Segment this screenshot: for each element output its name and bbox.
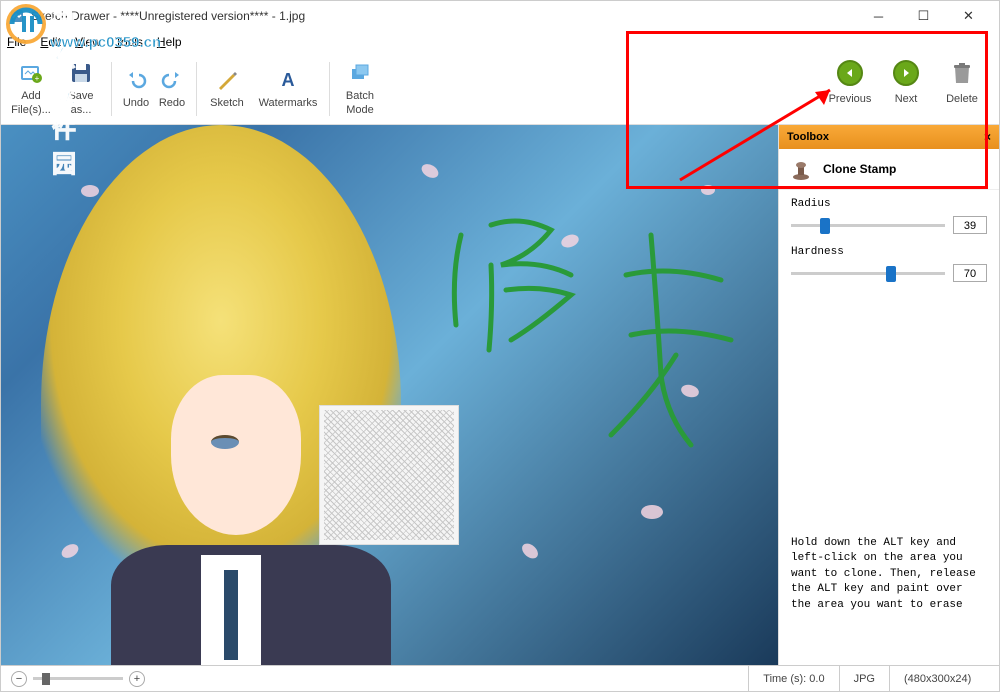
menu-view[interactable]: View	[75, 35, 101, 49]
canvas-area[interactable]	[1, 125, 779, 665]
zoom-out-button[interactable]: −	[11, 671, 27, 687]
radius-control: Radius 39	[779, 190, 999, 238]
zoom-slider[interactable]	[33, 677, 123, 680]
toolbox-tool-label: Clone Stamp	[823, 162, 896, 176]
menubar: File Edit View Tools Help	[1, 31, 999, 53]
main-toolbar: + Add File(s)... Save as... Undo Redo Sk…	[1, 53, 999, 125]
toolbox-help-text: Hold down the ALT key and left-click on …	[779, 524, 999, 625]
status-time: Time (s): 0.0	[748, 666, 838, 691]
undo-icon	[123, 67, 149, 93]
toolbox-close-button[interactable]: ×	[984, 130, 991, 144]
redo-button[interactable]: Redo	[154, 56, 190, 122]
hardness-label: Hardness	[791, 246, 987, 258]
status-dimensions: (480x300x24)	[889, 666, 999, 691]
statusbar: − + Time (s): 0.0 JPG (480x300x24)	[1, 665, 999, 691]
next-button[interactable]: Next	[879, 57, 933, 117]
close-button[interactable]: ✕	[946, 1, 991, 31]
menu-edit[interactable]: Edit	[40, 35, 61, 49]
hardness-slider[interactable]	[791, 272, 945, 275]
previous-button[interactable]: Previous	[823, 57, 877, 117]
save-icon	[68, 60, 94, 86]
undo-button[interactable]: Undo	[118, 56, 154, 122]
redo-icon	[159, 67, 185, 93]
app-icon	[9, 8, 25, 24]
save-as-button[interactable]: Save as...	[57, 56, 105, 122]
add-files-icon: +	[18, 60, 44, 86]
radius-label: Radius	[791, 198, 987, 210]
toolbox-title: Toolbox	[787, 131, 829, 143]
add-files-button[interactable]: + Add File(s)...	[7, 56, 55, 122]
toolbox-header: Toolbox ×	[779, 125, 999, 149]
batch-mode-icon	[347, 60, 373, 86]
hardness-control: Hardness 70	[779, 238, 999, 286]
svg-text:A: A	[282, 70, 295, 90]
clone-stamp-icon	[789, 157, 813, 181]
delete-button[interactable]: Delete	[935, 57, 989, 117]
window-title: Sketch Drawer - ****Unregistered version…	[31, 9, 856, 23]
svg-text:+: +	[35, 74, 40, 83]
next-icon	[892, 59, 920, 87]
sketch-icon	[214, 67, 240, 93]
previous-icon	[836, 59, 864, 87]
right-panel: Toolbox × Clone Stamp Radius 39	[779, 125, 999, 665]
watermarks-icon: A	[275, 67, 301, 93]
status-format: JPG	[839, 666, 889, 691]
titlebar: Sketch Drawer - ****Unregistered version…	[1, 1, 999, 31]
radius-slider[interactable]	[791, 224, 945, 227]
menu-help[interactable]: Help	[157, 35, 182, 49]
zoom-in-button[interactable]: +	[129, 671, 145, 687]
maximize-button[interactable]: ☐	[901, 1, 946, 31]
minimize-button[interactable]: ─	[856, 1, 901, 31]
toolbox-tool-item[interactable]: Clone Stamp	[779, 149, 999, 190]
menu-file[interactable]: File	[7, 35, 26, 49]
canvas-image	[1, 125, 778, 665]
radius-value[interactable]: 39	[953, 216, 987, 234]
sketch-preview-overlay	[319, 405, 459, 545]
watermarks-button[interactable]: A Watermarks	[253, 56, 323, 122]
batch-mode-button[interactable]: Batch Mode	[336, 56, 384, 122]
menu-tools[interactable]: Tools	[115, 35, 143, 49]
trash-icon	[948, 59, 976, 87]
hardness-value[interactable]: 70	[953, 264, 987, 282]
sketch-button[interactable]: Sketch	[203, 56, 251, 122]
